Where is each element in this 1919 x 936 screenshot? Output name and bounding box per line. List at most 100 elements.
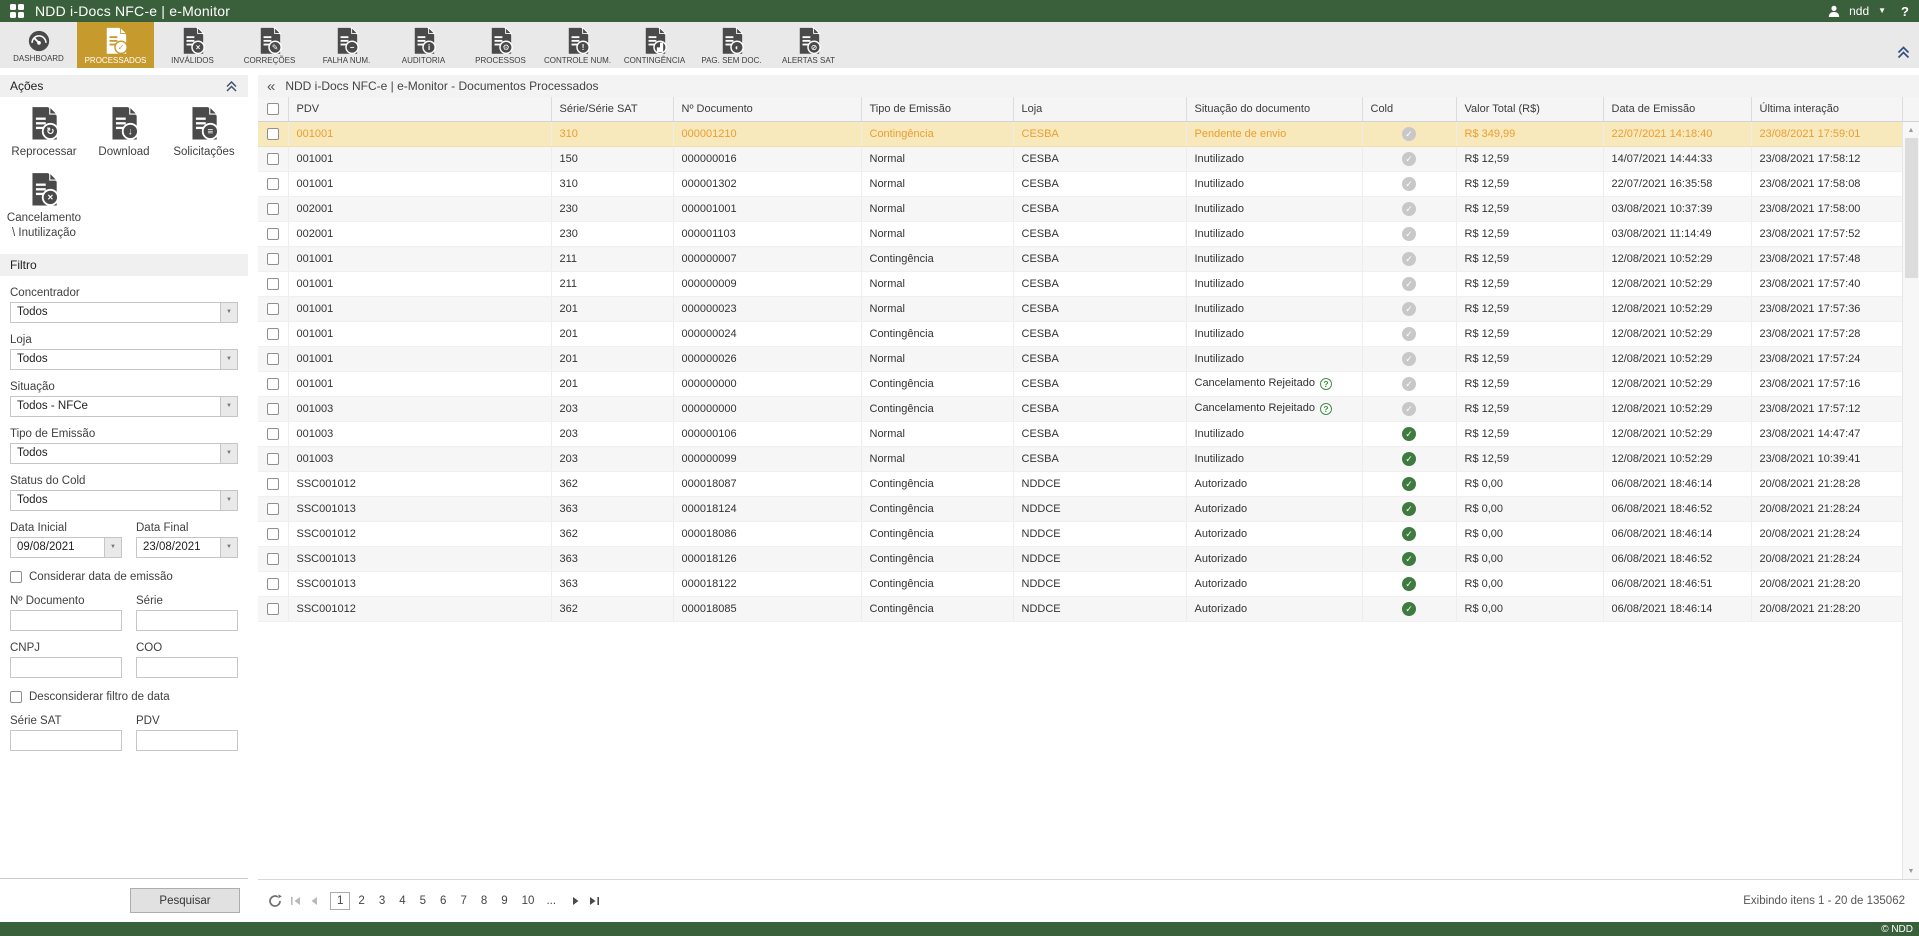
previous-page-button[interactable] [309,896,318,906]
vertical-scrollbar[interactable]: ▲ ▼ [1902,122,1919,879]
dropdown-arrow-icon[interactable]: ▼ [104,538,121,557]
data-final-picker[interactable]: 23/08/2021 ▼ [136,537,238,558]
table-row[interactable]: SSC001012362000018085ContingênciaNDDCEAu… [258,596,1902,621]
situacao-info-icon[interactable]: ? [1320,378,1332,390]
action-cancelamento[interactable]: × Cancelamento \ Inutilização [4,172,84,242]
row-checkbox[interactable] [267,153,279,165]
dropdown-arrow-icon[interactable]: ▼ [220,538,237,557]
column-header[interactable]: PDV [288,97,551,121]
table-row[interactable]: 001001201000000024ContingênciaCESBAInuti… [258,321,1902,346]
page-number-8[interactable]: 8 [475,893,493,909]
column-header[interactable]: Série/Série SAT [551,97,673,121]
column-header[interactable]: Tipo de Emissão [861,97,1013,121]
table-row[interactable]: 001003203000000099NormalCESBAInutilizado… [258,446,1902,471]
ribbon-tab-processos[interactable]: ⚙ PROCESSOS [462,22,539,68]
dropdown-arrow-icon[interactable]: ▼ [220,303,237,322]
user-menu[interactable]: ndd [1849,4,1869,18]
dropdown-arrow-icon[interactable]: ▼ [220,350,237,369]
table-row[interactable]: SSC001013363000018126ContingênciaNDDCEAu… [258,546,1902,571]
scroll-up-icon[interactable]: ▲ [1903,122,1919,138]
serie-input[interactable] [136,610,238,631]
row-checkbox[interactable] [267,453,279,465]
ribbon-tab-inv-lidos[interactable]: × INVÁLIDOS [154,22,231,68]
ribbon-tab-alertas-sat[interactable]: ⊘ ALERTAS SAT [770,22,847,68]
page-number-2[interactable]: 2 [352,893,370,909]
table-row[interactable]: SSC001013363000018124ContingênciaNDDCEAu… [258,496,1902,521]
ribbon-collapse-icon[interactable] [1896,46,1911,64]
row-checkbox[interactable] [267,603,279,615]
row-checkbox[interactable] [267,128,279,140]
dropdown-arrow-icon[interactable]: ▼ [220,491,237,510]
first-page-button[interactable] [290,896,301,906]
considerar-checkbox[interactable] [10,571,22,583]
panel-collapse-icon[interactable]: « [267,79,275,94]
loja-select[interactable]: Todos ▼ [10,349,238,370]
column-header[interactable]: Cold [1362,97,1456,121]
scroll-down-icon[interactable]: ▼ [1903,863,1919,879]
num-documento-input[interactable] [10,610,122,631]
ribbon-tab-corre-es[interactable]: ✎ CORREÇÕES [231,22,308,68]
ribbon-tab-processados[interactable]: ✓ PROCESSADOS [77,22,154,68]
row-checkbox[interactable] [267,303,279,315]
ribbon-tab-dashboard[interactable]: DASHBOARD [0,22,77,68]
row-checkbox[interactable] [267,503,279,515]
row-checkbox[interactable] [267,328,279,340]
row-checkbox[interactable] [267,578,279,590]
dropdown-arrow-icon[interactable]: ▼ [220,444,237,463]
table-row[interactable]: 001001150000000016NormalCESBAInutilizado… [258,146,1902,171]
last-page-button[interactable] [589,896,600,906]
pdv-filter-input[interactable] [136,730,238,751]
desconsiderar-checkbox[interactable] [10,691,22,703]
select-all-checkbox[interactable] [267,103,279,115]
page-number-1[interactable]: 1 [330,892,350,910]
table-row[interactable]: SSC001012362000018086ContingênciaNDDCEAu… [258,521,1902,546]
row-checkbox[interactable] [267,528,279,540]
table-row[interactable]: 001001211000000007ContingênciaCESBAInuti… [258,246,1902,271]
ribbon-tab-conting-ncia[interactable]: ▟ CONTINGÊNCIA [616,22,693,68]
row-checkbox[interactable] [267,378,279,390]
scrollbar-thumb[interactable] [1905,138,1918,278]
status-cold-select[interactable]: Todos ▼ [10,490,238,511]
row-checkbox[interactable] [267,428,279,440]
action-reprocessar[interactable]: ↻ Reprocessar [4,106,84,160]
actions-collapse-icon[interactable] [225,81,238,92]
row-checkbox[interactable] [267,228,279,240]
page-number-7[interactable]: 7 [454,893,472,909]
action-download[interactable]: ↓ Download [84,106,164,160]
row-checkbox[interactable] [267,278,279,290]
page-number-6[interactable]: 6 [434,893,452,909]
column-header[interactable]: Situação do documento [1186,97,1362,121]
column-header[interactable]: Valor Total (R$) [1456,97,1603,121]
data-inicial-picker[interactable]: 09/08/2021 ▼ [10,537,122,558]
table-row[interactable]: 001003203000000000ContingênciaCESBACance… [258,396,1902,421]
row-checkbox[interactable] [267,253,279,265]
cnpj-input[interactable] [10,657,122,678]
concentrador-select[interactable]: Todos ▼ [10,302,238,323]
pesquisar-button[interactable]: Pesquisar [130,888,240,913]
table-row[interactable]: 002001230000001001NormalCESBAInutilizado… [258,196,1902,221]
help-button[interactable]: ? [1901,4,1909,19]
page-number-9[interactable]: 9 [495,893,513,909]
page-number-5[interactable]: 5 [414,893,432,909]
column-header[interactable]: Nº Documento [673,97,861,121]
table-row[interactable]: 001001201000000026NormalCESBAInutilizado… [258,346,1902,371]
refresh-button[interactable] [268,894,282,908]
page-number-3[interactable]: 3 [373,893,391,909]
column-header[interactable]: Loja [1013,97,1186,121]
row-checkbox[interactable] [267,478,279,490]
user-menu-caret-icon[interactable]: ▼ [1878,7,1886,15]
action-solicitacoes[interactable]: ≡ Solicitações [164,106,244,160]
table-row[interactable]: 001001211000000009NormalCESBAInutilizado… [258,271,1902,296]
table-row[interactable]: 002001230000001103NormalCESBAInutilizado… [258,221,1902,246]
next-page-button[interactable] [572,896,581,906]
serie-sat-input[interactable] [10,730,122,751]
table-row[interactable]: 001001310000001210ContingênciaCESBAPende… [258,121,1902,146]
row-checkbox[interactable] [267,553,279,565]
dropdown-arrow-icon[interactable]: ▼ [220,397,237,416]
ribbon-tab-auditoria[interactable]: i AUDITORIA [385,22,462,68]
situacao-select[interactable]: Todos - NFCe ▼ [10,396,238,417]
page-ellipsis[interactable]: ... [542,895,560,907]
table-row[interactable]: SSC001013363000018122ContingênciaNDDCEAu… [258,571,1902,596]
ribbon-tab-falha-num-[interactable]: − FALHA NUM. [308,22,385,68]
row-checkbox[interactable] [267,403,279,415]
